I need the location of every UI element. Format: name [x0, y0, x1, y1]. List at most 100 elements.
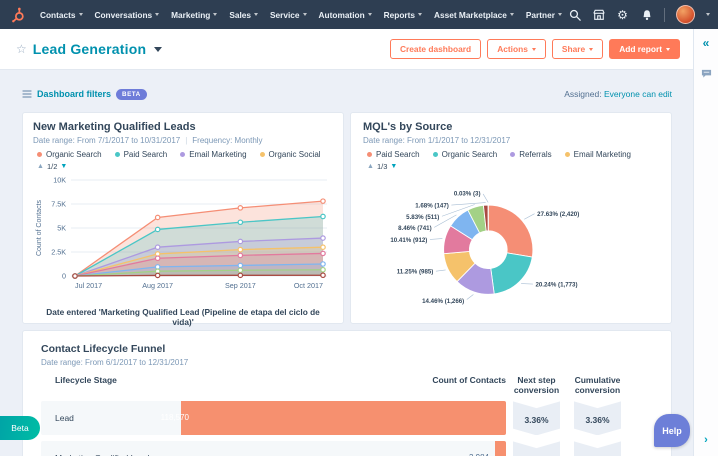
legend-item-paid-search[interactable]: Paid Search	[367, 150, 420, 159]
svg-text:7.5K: 7.5K	[51, 200, 66, 209]
nav-item-label: Partner	[525, 9, 555, 20]
hubspot-dashboard: Contacts Conversations Marketing Sales Servi…	[0, 0, 718, 456]
nav-item-contacts[interactable]: Contacts	[40, 10, 83, 20]
svg-text:27.63% (2,420): 27.63% (2,420)	[537, 211, 579, 218]
legend-page-up-icon[interactable]: ▲	[37, 163, 44, 170]
nav-item-automation[interactable]: Automation	[319, 10, 372, 20]
chevron-down-icon	[589, 47, 594, 51]
report-date-range: Date range: From 1/1/2017 to 12/31/2017	[363, 136, 659, 145]
add-report-button[interactable]: Add report	[609, 39, 680, 59]
cumulative-conversion-value: 3.36%	[574, 401, 621, 436]
legend-item-paid-search[interactable]: Paid Search	[114, 150, 168, 159]
report-date-range: Date range: From 7/1/2017 to 10/31/2017 |…	[33, 136, 333, 145]
svg-text:1.68% (147): 1.68% (147)	[415, 203, 449, 210]
assigned-value-link[interactable]: Everyone can edit	[604, 89, 672, 99]
column-header-cumulative-conversion: Cumulative conversion	[574, 375, 621, 396]
report-title: Contact Lifecycle Funnel	[41, 343, 166, 355]
column-header-count-of-contacts: Count of Contacts	[432, 375, 506, 385]
legend-dot-icon	[367, 152, 372, 157]
notifications-bell-icon[interactable]	[640, 8, 653, 21]
frequency-text: Frequency: Monthly	[192, 136, 263, 145]
actions-button[interactable]: Actions	[487, 39, 546, 59]
actions-label: Actions	[497, 44, 528, 54]
report-title: MQL's by Source	[363, 121, 453, 133]
nav-item-conversations[interactable]: Conversations	[95, 10, 160, 20]
beta-button[interactable]: Beta	[0, 416, 40, 440]
svg-text:Sep 2017: Sep 2017	[225, 281, 256, 290]
nav-item-partner[interactable]: Partner	[526, 10, 562, 20]
legend-item-organic-search[interactable]: Organic Search	[37, 150, 102, 159]
nav-item-marketing[interactable]: Marketing	[171, 9, 218, 20]
report-date-range: Date range: From 6/1/2017 to 12/31/2017	[41, 358, 189, 367]
settings-gear-icon[interactable]: ⚙	[616, 8, 629, 21]
dashboard-filters-toggle[interactable]: Dashboard filters BETA	[22, 88, 147, 100]
create-dashboard-button[interactable]: Create dashboard	[389, 39, 482, 59]
add-report-label: Add report	[619, 44, 662, 54]
lifecycle-stage-label: Marketing Qualified Lead	[55, 441, 150, 456]
assigned-label: Assigned:	[564, 89, 602, 99]
hubspot-logo-icon[interactable]	[10, 7, 26, 23]
svg-text:0.03% (3): 0.03% (3)	[454, 191, 481, 198]
filter-list-icon	[22, 90, 32, 98]
nav-item-label: Sales	[229, 9, 252, 20]
help-button[interactable]: Help	[654, 414, 690, 447]
marketplace-icon[interactable]	[592, 8, 605, 21]
legend-dot-icon	[510, 152, 516, 157]
share-button[interactable]: Share	[551, 39, 604, 59]
funnel-bar[interactable]	[181, 401, 506, 436]
area-chart: 0 2.5K 5K 7.5K 10K Count of Contacts Jul 2017 A…	[33, 172, 333, 307]
legend-item-email-marketing[interactable]: Email Marketing	[564, 150, 631, 159]
nav-item-reports[interactable]: Reports	[384, 10, 422, 20]
svg-text:Oct 2017: Oct 2017	[294, 281, 323, 290]
legend-label: Paid Search	[376, 150, 420, 159]
chart-legend: Organic Search Paid Search Email Marketing…	[37, 150, 333, 159]
cumulative-conversion-value: 1.42%	[574, 441, 621, 456]
comments-icon[interactable]	[701, 66, 712, 84]
next-step-conversion-value: 42.22%	[513, 441, 560, 456]
report-title: New Marketing Qualified Leads	[33, 121, 196, 133]
svg-text:20.24% (1,773): 20.24% (1,773)	[535, 282, 577, 289]
svg-text:11.25% (985): 11.25% (985)	[397, 269, 434, 276]
search-icon[interactable]	[568, 8, 581, 21]
legend-pager: ▲ 1/2 ▼	[37, 162, 333, 171]
expand-panel-icon[interactable]: ›	[694, 434, 718, 446]
nav-item-sales[interactable]: Sales	[229, 9, 259, 20]
chevron-down-icon	[155, 13, 160, 16]
funnel-row-marketing-qualified-lead: Marketing Qualified Lead 3,984 42.22% 1.42%	[41, 441, 621, 456]
legend-item-referrals[interactable]: Referrals	[510, 150, 552, 159]
legend-page-down-icon[interactable]: ▼	[390, 163, 397, 170]
create-dashboard-label: Create dashboard	[399, 44, 472, 54]
donut-chart: 27.63% (2,420) 20.24% (1,773) 14.46% (1,26…	[363, 172, 659, 329]
legend-dot-icon	[180, 152, 186, 157]
svg-text:10K: 10K	[53, 176, 66, 185]
report-cards-row: New Marketing Qualified Leads Date range…	[22, 112, 672, 327]
legend-dot-icon	[564, 152, 570, 157]
svg-text:5.83% (511): 5.83% (511)	[406, 214, 439, 221]
dashboard-switcher-caret-icon[interactable]	[154, 46, 163, 52]
funnel-bar[interactable]	[495, 441, 506, 456]
legend-item-organic-search[interactable]: Organic Search	[432, 150, 498, 159]
date-range-text: Date range: From 7/1/2017 to 10/31/2017	[33, 136, 181, 145]
legend-page-down-icon[interactable]: ▼	[60, 163, 67, 170]
avatar-caret-icon[interactable]	[706, 13, 710, 16]
legend-label: Paid Search	[123, 150, 168, 159]
lifecycle-stage-label: Lead	[55, 413, 74, 424]
user-avatar[interactable]	[676, 5, 695, 24]
favorite-star-icon[interactable]: ☆	[16, 42, 27, 56]
legend-item-organic-social[interactable]: Organic Social	[259, 150, 321, 159]
legend-item-email-marketing[interactable]: Email Marketing	[180, 150, 247, 159]
legend-dot-icon	[259, 152, 265, 157]
filters-row: Dashboard filters BETA Assigned: Everyon…	[22, 86, 672, 102]
collapse-panel-icon[interactable]: «	[703, 36, 710, 50]
nav-item-label: Marketing	[171, 9, 211, 20]
nav-item-service[interactable]: Service	[270, 10, 307, 20]
column-header-lifecycle-stage: Lifecycle Stage	[55, 375, 117, 385]
nav-item-asset-marketplace[interactable]: Asset Marketplace	[434, 10, 514, 20]
header-buttons: Create dashboard Actions Share Add repor…	[389, 39, 680, 59]
nav-right-icons: ⚙	[568, 5, 718, 24]
legend-label: Organic Search	[441, 150, 498, 159]
report-card-new-mql: New Marketing Qualified Leads Date range…	[22, 112, 344, 327]
legend-page-up-icon[interactable]: ▲	[367, 163, 374, 170]
count-of-contacts-value: 3,984	[469, 441, 489, 456]
right-sidebar-rail: « ›	[693, 29, 718, 456]
